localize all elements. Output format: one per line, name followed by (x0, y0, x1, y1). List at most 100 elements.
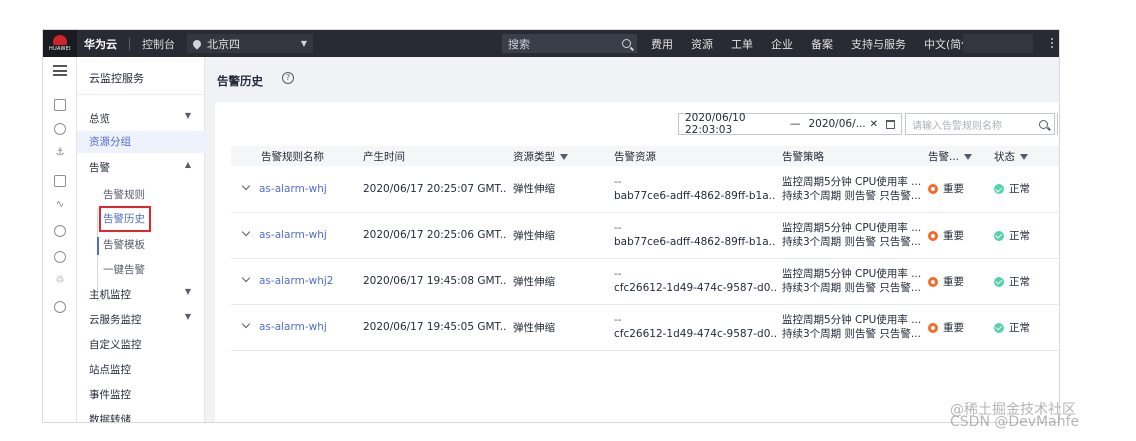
sidebar-item-event-monitoring[interactable]: 事件监控 (89, 387, 201, 402)
sidebar-item-label: 总览 (89, 113, 110, 125)
brand-name[interactable]: 华为云 (84, 36, 117, 52)
severity-label: 重要 (943, 275, 964, 288)
sidebar-item-overview[interactable]: 总览 ▼ (89, 111, 201, 126)
help-icon[interactable]: ? (282, 72, 294, 84)
sidebar-item-cloud-service-monitoring[interactable]: 云服务监控 ▼ (89, 312, 201, 327)
sidebar-title: 云监控服务 (89, 72, 144, 85)
table-header-row: 告警规则名称 产生时间 资源类型 告警资源 告警策略 告警... 状态 (231, 146, 1059, 166)
column-header-alarm-policy[interactable]: 告警策略 (776, 146, 922, 166)
column-label: 告警... (928, 150, 960, 163)
rule-name-search-input[interactable]: 请输入告警规则名称 (905, 113, 1055, 135)
table-row[interactable]: as-alarm-whj 2020/06/17 20:25:07 GMT... … (231, 166, 1059, 212)
rule-name-link[interactable]: as-alarm-whj2 (259, 275, 333, 287)
wave-icon[interactable]: ∿ (54, 199, 66, 211)
date-range-picker[interactable]: 2020/06/10 22:03:03 — 2020/06/... ✕ (678, 112, 902, 136)
sidebar-item-resource-groups[interactable]: 资源分组 (77, 131, 205, 153)
date-range-start: 2020/06/10 22:03:03 (685, 112, 746, 136)
document-icon[interactable] (54, 175, 66, 187)
nav-billing[interactable]: 费用 (651, 36, 673, 52)
status-ok-icon (994, 322, 1004, 333)
time-cell: 2020/06/17 20:25:07 GMT... (363, 182, 507, 195)
column-label: 状态 (994, 150, 1015, 163)
location-pin-icon (191, 37, 203, 50)
resource-id: cfc26612-1d49-474c-9587-d0... (614, 328, 776, 340)
column-header-rule-name[interactable]: 告警规则名称 (231, 146, 357, 166)
date-range-end: 2020/06/... (808, 118, 866, 130)
huawei-logo-icon (53, 35, 67, 45)
service-list-icon[interactable] (54, 99, 66, 111)
anchor-icon[interactable]: ⚓ (54, 147, 66, 159)
status-label: 正常 (1009, 229, 1030, 242)
clear-icon[interactable]: ✕ (870, 119, 878, 130)
nav-resources[interactable]: 资源 (691, 36, 713, 52)
console-link[interactable]: 控制台 (142, 36, 175, 52)
nav-tickets[interactable]: 工单 (731, 36, 753, 52)
column-header-time[interactable]: 产生时间 (357, 146, 507, 166)
monitor-icon[interactable] (54, 251, 66, 263)
severity-cell: 重要 (922, 258, 988, 304)
cloud-icon[interactable] (54, 123, 66, 135)
nav-enterprise[interactable]: 企业 (771, 36, 793, 52)
table-row[interactable]: as-alarm-whj 2020/06/17 19:45:05 GMT... … (231, 304, 1059, 350)
watermark: @稀土掘金技术社区 CSDN @DevMahfe (950, 402, 1079, 430)
top-nav-links: 费用 资源 工单 企业 备案 支持与服务 中文(简体) (651, 30, 977, 57)
sidebar-item-label: 主机监控 (89, 289, 131, 301)
sidebar-item-alarms[interactable]: 告警 ▲ (89, 160, 201, 175)
resource-type-cell: 弹性伸缩 (513, 183, 555, 196)
resource-type-cell: 弹性伸缩 (513, 275, 555, 288)
user-account-menu[interactable] (963, 34, 1033, 53)
search-icon[interactable] (622, 39, 631, 48)
more-icon[interactable] (1051, 38, 1053, 48)
alarm-policy-cell: 监控周期5分钟 CPU使用率 ... 持续3个周期 则告警 只告警... (776, 258, 922, 304)
severity-label: 重要 (943, 321, 964, 334)
annotation-highlight-box (99, 206, 151, 232)
table-row[interactable]: as-alarm-whj 2020/06/17 20:25:06 GMT... … (231, 212, 1059, 258)
expand-row-icon[interactable] (241, 273, 251, 283)
divider (77, 94, 205, 95)
column-header-status[interactable]: 状态 (988, 146, 1059, 166)
rule-name-link[interactable]: as-alarm-whj (259, 183, 327, 195)
expand-row-icon[interactable] (241, 227, 251, 237)
toolbar-button-edge[interactable] (1057, 113, 1059, 135)
global-search-input[interactable]: 搜索 (502, 34, 637, 53)
expand-row-icon[interactable] (241, 319, 251, 329)
search-icon[interactable] (1039, 119, 1048, 129)
nav-icp-filing[interactable]: 备案 (811, 36, 833, 52)
sidebar-item-alarm-templates[interactable]: 告警模板 (103, 237, 215, 252)
cloud-service-icon[interactable] (54, 225, 66, 237)
column-header-alarm-resource[interactable]: 告警资源 (608, 146, 776, 166)
alarm-resource-cell: -- bab77ce6-adff-4862-89ff-b1a... (608, 212, 776, 258)
table-row[interactable]: as-alarm-whj2 2020/06/17 19:45:08 GMT...… (231, 258, 1059, 304)
rule-name-link[interactable]: as-alarm-whj (259, 321, 327, 333)
severity-cell: 重要 (922, 166, 988, 212)
cluster-icon[interactable]: ♲ (54, 275, 66, 287)
chevron-down-icon: ▼ (184, 111, 191, 120)
menu-icon[interactable] (53, 65, 67, 76)
sidebar-item-label: 云服务监控 (89, 314, 142, 326)
column-header-severity[interactable]: 告警... (922, 146, 988, 166)
status-cell: 正常 (988, 304, 1059, 350)
nav-support[interactable]: 支持与服务 (851, 36, 906, 52)
filter-icon[interactable] (964, 153, 973, 160)
sidebar-item-one-click-alarm[interactable]: 一键告警 (103, 262, 215, 277)
rule-name-link[interactable]: as-alarm-whj (259, 229, 327, 241)
sidebar-item-custom-monitoring[interactable]: 自定义监控 (89, 337, 201, 352)
sidebar-item-alarm-rules[interactable]: 告警规则 (103, 187, 215, 202)
huawei-logo[interactable]: HUAWEI (43, 30, 77, 57)
filter-icon[interactable] (1020, 153, 1028, 160)
resource-name: -- (614, 175, 622, 188)
sidebar-item-data-dump[interactable]: 数据转储 (89, 412, 201, 422)
sidebar-item-site-monitoring[interactable]: 站点监控 (89, 362, 201, 377)
date-range-separator: — (789, 118, 801, 130)
sidebar-item-label: 告警 (89, 162, 110, 174)
calendar-icon[interactable] (886, 119, 895, 129)
sidebar-item-label: 资源分组 (89, 136, 131, 148)
current-item-marker (97, 237, 99, 255)
expand-row-icon[interactable] (241, 181, 251, 190)
region-selector[interactable]: 北京四 ▼ (187, 34, 313, 53)
status-ok-icon (994, 184, 1004, 195)
filter-icon[interactable] (560, 153, 568, 160)
sidebar-item-host-monitoring[interactable]: 主机监控 ▼ (89, 287, 201, 302)
column-header-resource-type[interactable]: 资源类型 (507, 146, 608, 166)
cloud-storage-icon[interactable] (54, 301, 66, 313)
